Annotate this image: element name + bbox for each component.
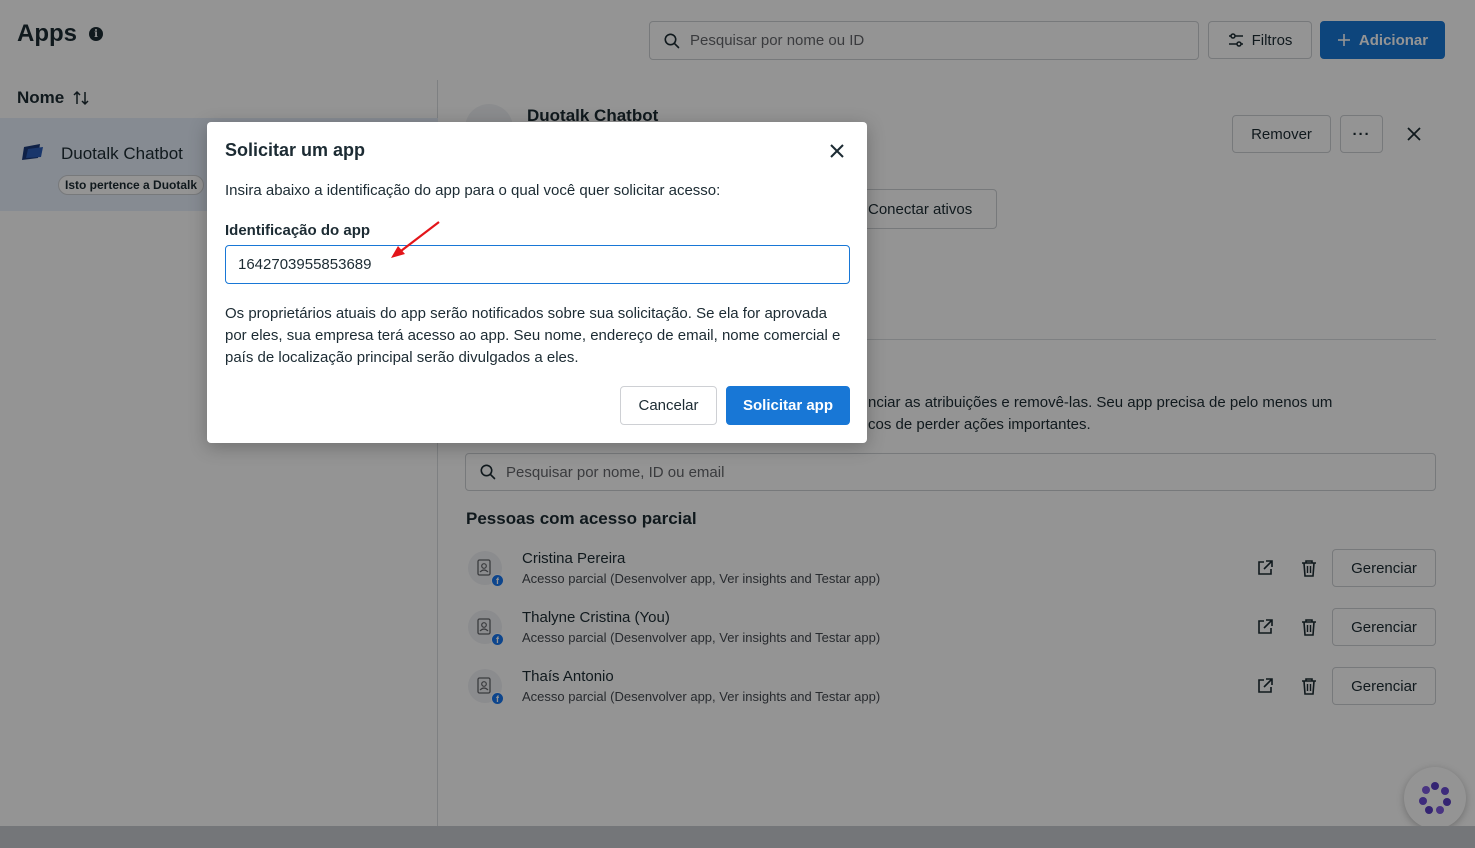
request-app-dialog: Solicitar um app Insira abaixo a identif…	[207, 122, 867, 443]
cancel-button[interactable]: Cancelar	[620, 386, 717, 425]
annotation-arrow-icon	[391, 221, 440, 258]
app-id-field[interactable]	[225, 245, 850, 284]
dialog-instruction: Insira abaixo a identificação do app par…	[225, 182, 721, 199]
app-id-label: Identificação do app	[225, 222, 371, 239]
close-icon[interactable]	[824, 138, 850, 164]
dialog-note: Os proprietários atuais do app serão not…	[225, 305, 841, 366]
request-app-button[interactable]: Solicitar app	[726, 386, 850, 425]
dialog-title: Solicitar um app	[225, 140, 366, 160]
